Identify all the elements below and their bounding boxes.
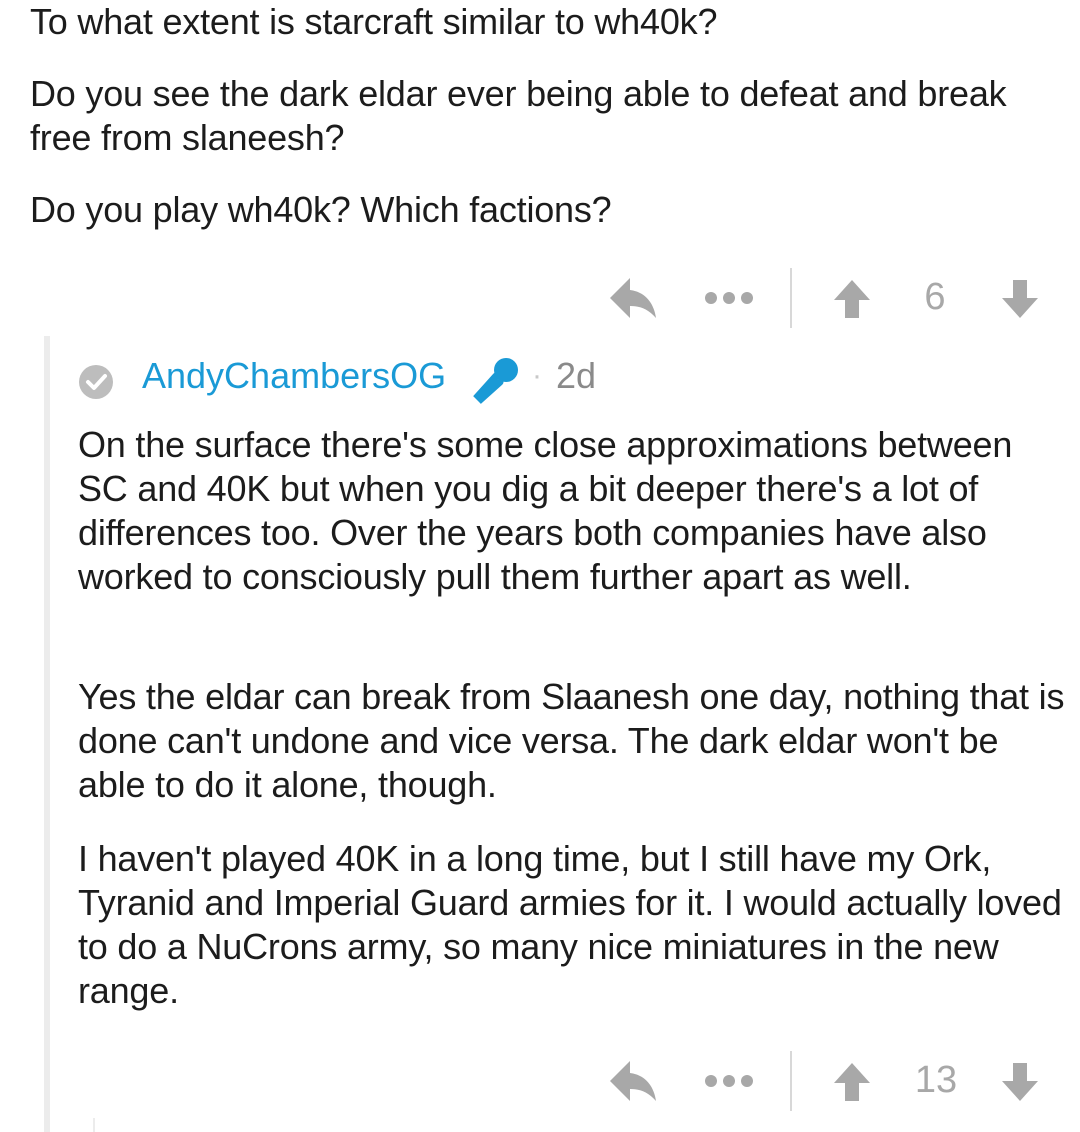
- comment-paragraph-3: I haven't played 40K in a long time, but…: [78, 838, 1062, 1011]
- downvote-arrow-icon[interactable]: [1000, 1061, 1040, 1103]
- post-paragraph-2: Do you see the dark eldar ever being abl…: [30, 73, 1007, 158]
- action-divider: [790, 1051, 792, 1111]
- check-circle-icon: [79, 365, 113, 399]
- comment-age: 2d: [556, 355, 597, 396]
- downvote-arrow-icon[interactable]: [1000, 278, 1040, 320]
- upvote-arrow-icon[interactable]: [832, 1061, 872, 1103]
- action-divider: [790, 268, 792, 328]
- post-action-bar: 6: [600, 262, 1060, 332]
- comment-score: 13: [914, 1059, 958, 1101]
- username-link[interactable]: AndyChambersOG: [142, 354, 446, 398]
- thread-line[interactable]: [44, 336, 50, 1132]
- post-score: 6: [924, 276, 946, 318]
- meta-separator: ·: [532, 359, 542, 392]
- microphone-icon: [473, 358, 518, 404]
- upvote-arrow-icon[interactable]: [832, 278, 872, 320]
- comment-paragraph-1: On the surface there's some close approx…: [78, 424, 1013, 597]
- more-dots-icon[interactable]: [703, 286, 755, 310]
- comment-header: AndyChambersOG · 2d: [78, 350, 778, 406]
- comment-action-bar: 13: [600, 1045, 1060, 1115]
- post-paragraph-1: To what extent is starcraft similar to w…: [30, 1, 718, 42]
- more-dots-icon[interactable]: [703, 1069, 755, 1093]
- reply-arrow-icon[interactable]: [608, 276, 658, 322]
- post-paragraph-3: Do you play wh40k? Which factions?: [30, 189, 612, 230]
- reply-arrow-icon[interactable]: [608, 1059, 658, 1105]
- nested-thread-line: [93, 1118, 95, 1132]
- comment-paragraph-2: Yes the eldar can break from Slaanesh on…: [78, 676, 1065, 805]
